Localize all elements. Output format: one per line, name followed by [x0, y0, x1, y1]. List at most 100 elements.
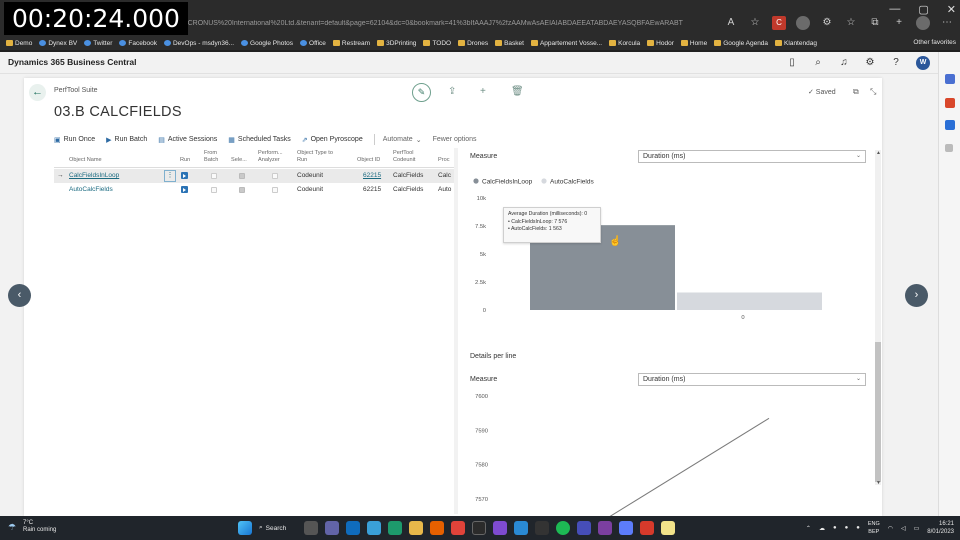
bookmark-item[interactable]: Demo [6, 40, 32, 47]
app-tray-icon[interactable]: ● [856, 525, 860, 531]
weather-widget[interactable]: ☂ 7°C Rain coming [8, 520, 56, 534]
col-object-id[interactable]: Object ID [357, 157, 380, 164]
scheduled-tasks-action[interactable]: ▦ Scheduled Tasks [228, 136, 290, 144]
app-icon[interactable] [367, 521, 381, 535]
firefox-icon[interactable] [430, 521, 444, 535]
from-batch-checkbox[interactable] [211, 172, 217, 179]
bookmark-item[interactable]: 3DPrinting [377, 40, 416, 47]
sidebar-add-icon[interactable] [945, 144, 953, 152]
scrollbar-thumb[interactable] [875, 342, 881, 482]
bookmark-item[interactable]: Facebook [119, 40, 157, 47]
run-icon[interactable] [181, 186, 188, 193]
share-icon[interactable]: ⇪ [448, 86, 456, 97]
bookmark-item[interactable]: Hodor [647, 40, 674, 47]
teams-tray-icon[interactable]: ● [845, 525, 849, 531]
volume-icon[interactable]: ◁ [901, 525, 906, 532]
profile-icon[interactable] [916, 16, 930, 30]
add-icon[interactable]: + [892, 16, 906, 30]
app-icon[interactable] [619, 521, 633, 535]
open-pyroscope-action[interactable]: ⇗ Open Pyroscope [302, 136, 363, 144]
acrobat-icon[interactable] [640, 521, 654, 535]
edit-button[interactable]: ✎ [412, 83, 431, 102]
col-object-type[interactable]: Object Type to Run [297, 150, 335, 163]
windows-start-icon[interactable] [238, 521, 252, 535]
battery-icon[interactable]: ▭ [914, 525, 920, 532]
perform-analyzer-checkbox[interactable] [272, 172, 278, 179]
more-icon[interactable]: ⋯ [940, 16, 954, 30]
object-name-cell[interactable]: AutoCalcFields [69, 186, 113, 193]
delete-icon[interactable]: 🗑 [511, 86, 524, 97]
row-menu-icon[interactable]: ⋮ [164, 170, 176, 182]
measure-select[interactable]: Duration (ms) ⌄ [638, 373, 866, 386]
onenote-icon[interactable] [598, 521, 612, 535]
address-bar[interactable]: y=CRONUS%20International%20Ltd.&tenant=d… [180, 20, 740, 27]
perform-analyzer-checkbox[interactable] [272, 186, 278, 193]
collapse-icon[interactable]: ⤡ [870, 87, 876, 97]
scroll-down-icon[interactable]: ▼ [876, 480, 881, 486]
bookmark-item[interactable]: Restream [332, 40, 370, 47]
teams-icon[interactable] [577, 521, 591, 535]
previous-button[interactable]: ‹ [8, 284, 31, 307]
table-row[interactable]: AutoCalcFields Codeunit 62215 CalcFields… [54, 183, 454, 197]
scroll-up-icon[interactable]: ▲ [876, 150, 881, 156]
edge-icon[interactable] [388, 521, 402, 535]
new-icon[interactable]: + [480, 86, 486, 97]
run-batch-action[interactable]: ▶ Run Batch [106, 136, 147, 144]
search-icon[interactable]: ⌕ [812, 57, 824, 69]
other-favorites[interactable]: Other favorites [913, 36, 956, 50]
wifi-icon[interactable]: ◠ [888, 525, 893, 532]
from-batch-checkbox[interactable] [211, 186, 217, 193]
back-button[interactable]: ← [29, 84, 46, 101]
automate-menu[interactable]: Automate ⌄ [383, 136, 422, 144]
chevron-up-icon[interactable]: ⌃ [806, 525, 811, 532]
file-explorer-icon[interactable] [409, 521, 423, 535]
bookmark-item[interactable]: Google Agenda [714, 40, 768, 47]
select-checkbox[interactable] [239, 186, 245, 193]
teams-icon[interactable] [325, 521, 339, 535]
gear-icon[interactable]: ⚙ [864, 57, 876, 69]
avatar[interactable]: W [916, 56, 930, 70]
app-tray-icon[interactable]: ● [833, 525, 837, 531]
vscode-icon[interactable] [514, 521, 528, 535]
bookmark-item[interactable]: Home [680, 40, 707, 47]
favorite-star-icon[interactable]: ☆ [748, 16, 762, 30]
col-perftool-codeunit[interactable]: PerfTool Codeunit [393, 150, 423, 163]
table-row[interactable]: → CalcFieldsInLoop ⋮ Codeunit 62215 Calc… [54, 169, 454, 183]
col-perform-analyzer[interactable]: Perform... Analyzer [258, 150, 290, 163]
clock[interactable]: 16:21 8/01/2023 [927, 520, 954, 536]
bell-icon[interactable]: ♫ [838, 57, 850, 69]
favorites-icon[interactable]: ☆ [844, 16, 858, 30]
app-title[interactable]: Dynamics 365 Business Central [8, 57, 137, 67]
col-proc[interactable]: Proc [438, 157, 450, 164]
object-name-cell[interactable]: CalcFieldsInLoop [69, 172, 119, 179]
cloud-icon[interactable]: ☁ [819, 525, 825, 532]
document-icon[interactable]: ▯ [786, 57, 798, 69]
bookmark-item[interactable]: Korcula [609, 40, 640, 47]
col-from-batch[interactable]: From Batch [204, 150, 222, 163]
extension-profile-icon[interactable] [796, 16, 810, 30]
active-sessions-action[interactable]: ▤ Active Sessions [158, 136, 217, 144]
run-once-action[interactable]: ▣ Run Once [54, 136, 95, 144]
sidebar-office-icon[interactable] [945, 98, 955, 108]
measure-select[interactable]: Duration (ms) ⌄ [638, 150, 866, 163]
help-icon[interactable]: ? [890, 57, 902, 69]
run-icon[interactable] [181, 172, 188, 179]
select-checkbox[interactable] [239, 172, 245, 179]
object-id-cell[interactable]: 62215 [363, 172, 381, 179]
terminal-icon[interactable] [472, 521, 486, 535]
spotify-icon[interactable] [556, 521, 570, 535]
bookmark-item[interactable]: Dynex BV [39, 40, 77, 47]
sticky-notes-icon[interactable] [661, 521, 675, 535]
chrome-icon[interactable] [451, 521, 465, 535]
sidebar-outlook-icon[interactable] [945, 120, 955, 130]
language-indicator[interactable]: ENG BEP [868, 520, 880, 536]
bookmark-item[interactable]: Basket [495, 40, 524, 47]
close-icon[interactable]: ✕ [947, 3, 956, 16]
bookmark-item[interactable]: Office [300, 40, 326, 47]
outlook-icon[interactable] [346, 521, 360, 535]
taskbar-search[interactable]: ⌕ Search [259, 524, 297, 532]
task-view-icon[interactable] [304, 521, 318, 535]
bookmark-item[interactable]: Klantendag [775, 40, 817, 47]
extension-c-icon[interactable]: C [772, 16, 786, 30]
list-scrollbar[interactable] [454, 148, 458, 514]
